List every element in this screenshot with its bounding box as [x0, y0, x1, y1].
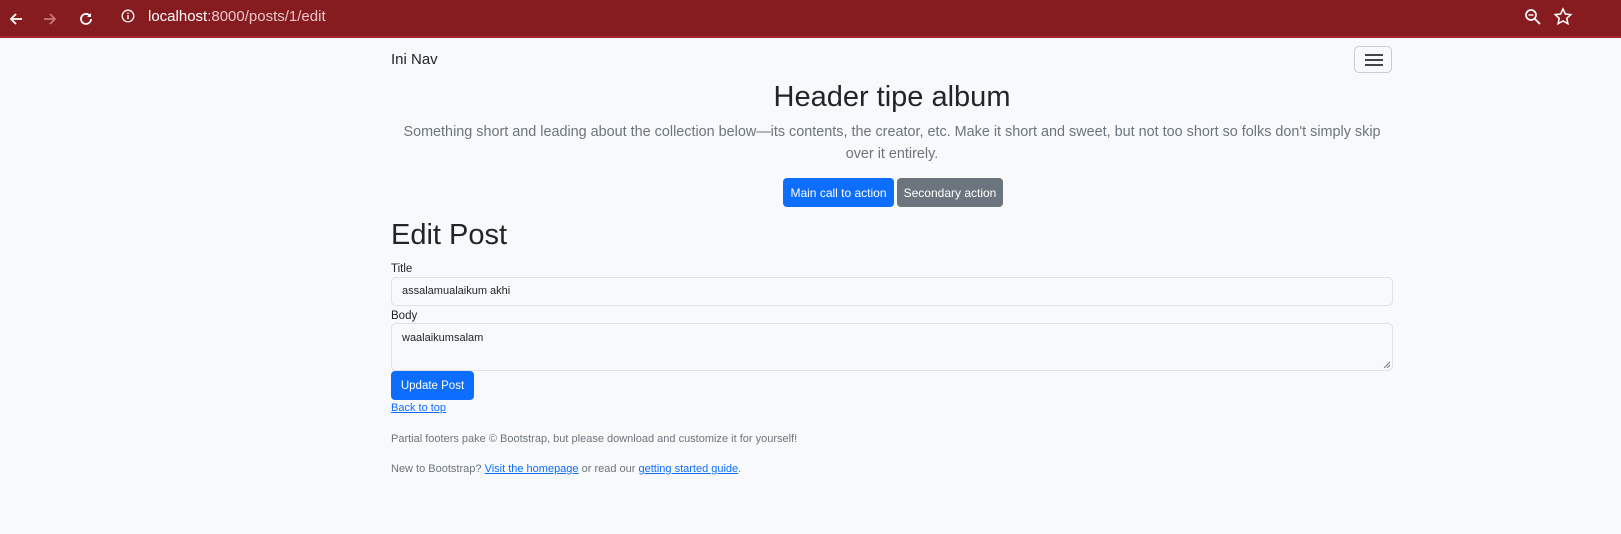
- page-title: Edit Post: [391, 219, 508, 251]
- reload-button[interactable]: [73, 6, 99, 32]
- title-input[interactable]: assalamualaikum akhi: [391, 277, 1393, 306]
- getting-started-link[interactable]: getting started guide: [638, 463, 738, 475]
- url-path: :8000/posts/1/edit: [207, 8, 326, 25]
- body-text: waalaikumsalam: [402, 332, 484, 344]
- update-post-button[interactable]: Update Post: [391, 371, 474, 400]
- url-host: localhost: [148, 8, 208, 25]
- resize-grip-icon[interactable]: [1383, 361, 1390, 368]
- forward-button[interactable]: [37, 6, 63, 32]
- footer-line-2: New to Bootstrap? Visit the homepage or …: [391, 462, 741, 476]
- body-textarea[interactable]: waalaikumsalam: [391, 323, 1393, 371]
- back-icon: [9, 13, 22, 25]
- navbar-toggler-button[interactable]: [1354, 46, 1392, 73]
- hamburger-icon: [1365, 64, 1383, 66]
- footer-line-1: Partial footers pake © Bootstrap, but pl…: [391, 433, 798, 445]
- back-button[interactable]: [3, 6, 29, 32]
- hero-title: Header tipe album: [773, 81, 1011, 113]
- footer-suffix-text: .: [738, 463, 742, 475]
- title-label: Title: [391, 263, 413, 275]
- secondary-action-button[interactable]: Secondary action: [897, 178, 1003, 207]
- back-to-top-link[interactable]: Back to top: [391, 402, 446, 414]
- hamburger-icon: [1365, 59, 1383, 61]
- footer-middle-text: or read our: [581, 463, 636, 475]
- hero-lead: Something short and leading about the co…: [403, 124, 1381, 162]
- homepage-link[interactable]: Visit the homepage: [485, 463, 579, 475]
- zoom-icon[interactable]: [1524, 8, 1542, 26]
- forward-icon: [44, 13, 57, 25]
- info-icon[interactable]: [121, 9, 135, 23]
- body-label: Body: [391, 310, 418, 322]
- star-icon[interactable]: [1553, 7, 1573, 27]
- hamburger-icon: [1365, 54, 1383, 56]
- main-call-to-action-button[interactable]: Main call to action: [783, 178, 894, 207]
- url-text[interactable]: localhost:8000/posts/1/edit: [148, 7, 326, 27]
- address-bar[interactable]: [114, 3, 1574, 33]
- reload-icon: [80, 13, 92, 25]
- navbar-brand[interactable]: Ini Nav: [391, 50, 438, 70]
- browser-toolbar: localhost:8000/posts/1/edit: [0, 0, 1621, 38]
- footer-prefix-text: New to Bootstrap?: [391, 463, 482, 475]
